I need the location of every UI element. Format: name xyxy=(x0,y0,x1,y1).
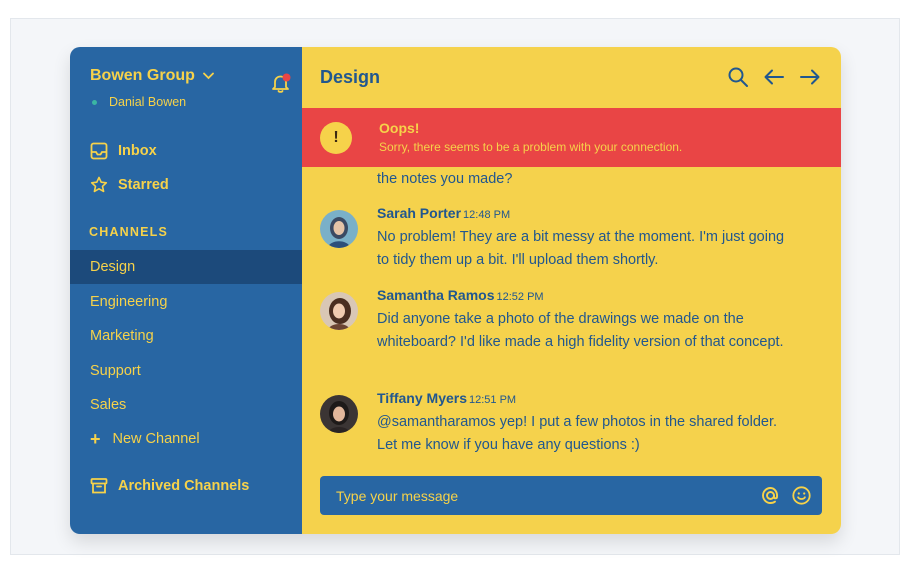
channel-title: Design xyxy=(320,67,381,87)
message-time: 12:51 PM xyxy=(469,394,517,406)
sidebar-item-label: Inbox xyxy=(118,143,157,159)
chat-app: Bowen Group Danial Bowen Inbox Starred C… xyxy=(70,47,841,534)
sidebar-item-starred[interactable]: Starred xyxy=(90,176,169,194)
message-author: Samantha Ramos 12:52 PM xyxy=(377,287,544,303)
workspace-switcher[interactable]: Bowen Group xyxy=(90,67,214,85)
message-composer xyxy=(320,476,822,515)
author-name: Sarah Porter xyxy=(377,205,462,221)
channel-sales[interactable]: Sales xyxy=(70,388,302,422)
sidebar-item-label: Starred xyxy=(118,177,169,193)
new-channel-label: New Channel xyxy=(112,431,200,447)
channel-label: Engineering xyxy=(90,294,168,310)
sidebar-item-inbox[interactable]: Inbox xyxy=(90,142,157,160)
message-text: @samantharamos yep! I put a few photos i… xyxy=(377,414,778,453)
avatar xyxy=(320,210,358,248)
message-author: Sarah Porter 12:48 PM xyxy=(377,205,510,221)
message-author: Tiffany Myers 12:51 PM xyxy=(377,390,516,406)
current-user: Danial Bowen xyxy=(92,95,186,109)
channel-view: Design ! Oops! Sorry, there seems to be … xyxy=(302,47,841,534)
search-icon[interactable] xyxy=(727,66,749,88)
archive-box-icon xyxy=(90,478,108,494)
channel-design[interactable]: Design xyxy=(70,250,302,284)
plus-icon: + xyxy=(90,429,101,449)
channel-engineering[interactable]: Engineering xyxy=(70,285,302,319)
online-status-dot xyxy=(92,99,97,105)
message-input[interactable] xyxy=(320,476,740,515)
message-time: 12:48 PM xyxy=(463,209,511,221)
chevron-down-icon xyxy=(202,72,214,80)
message-text-partial: the notes you made? xyxy=(377,171,513,187)
notification-bell-icon[interactable] xyxy=(270,72,292,94)
arrow-right-icon[interactable] xyxy=(799,66,821,88)
at-mention-icon[interactable] xyxy=(760,485,781,506)
author-name: Samantha Ramos xyxy=(377,287,495,303)
avatar xyxy=(320,395,358,433)
channel-label: Marketing xyxy=(90,328,154,344)
inbox-icon xyxy=(90,142,108,160)
emoji-icon[interactable] xyxy=(791,485,812,506)
error-title: Oops! xyxy=(379,120,420,136)
connection-error-banner: ! Oops! Sorry, there seems to be a probl… xyxy=(302,108,841,167)
channels-heading: CHANNELS xyxy=(89,225,169,239)
message-text: No problem! They are a bit messy at the … xyxy=(377,229,785,268)
error-message: Sorry, there seems to be a problem with … xyxy=(379,140,683,154)
composer-actions xyxy=(760,485,812,506)
message-text: Did anyone take a photo of the drawings … xyxy=(377,311,784,350)
arrow-left-icon[interactable] xyxy=(763,66,785,88)
avatar xyxy=(320,292,358,330)
user-name: Danial Bowen xyxy=(109,95,187,109)
archived-label: Archived Channels xyxy=(118,478,250,494)
message-time: 12:52 PM xyxy=(496,291,544,303)
star-icon xyxy=(90,176,108,193)
workspace-name: Bowen Group xyxy=(90,67,195,84)
channel-marketing[interactable]: Marketing xyxy=(70,319,302,353)
header-actions xyxy=(727,66,821,88)
archived-channels-button[interactable]: Archived Channels xyxy=(90,477,249,495)
author-name: Tiffany Myers xyxy=(377,390,467,406)
channel-label: Support xyxy=(90,363,141,379)
channel-label: Design xyxy=(90,259,136,275)
warning-icon: ! xyxy=(320,122,352,154)
channel-label: Sales xyxy=(90,397,127,413)
sidebar: Bowen Group Danial Bowen Inbox Starred C… xyxy=(70,47,302,534)
new-channel-button[interactable]: + New Channel xyxy=(90,430,200,448)
channel-support[interactable]: Support xyxy=(70,354,302,388)
